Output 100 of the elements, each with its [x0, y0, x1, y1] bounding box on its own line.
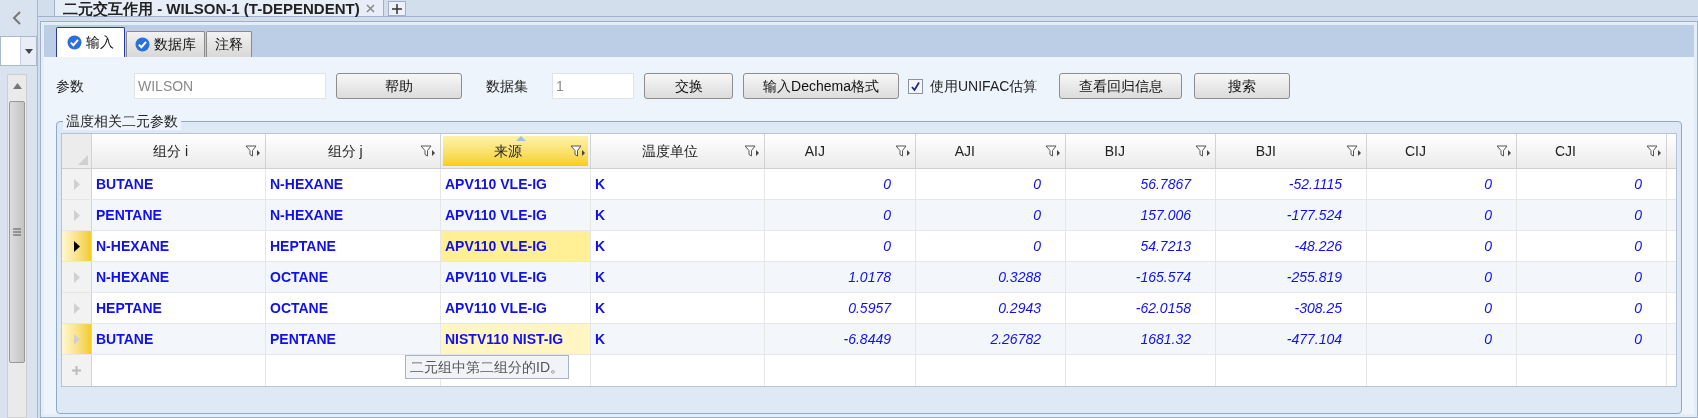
- scroll-thumb[interactable]: [9, 101, 25, 363]
- table-cell: -62.0158: [1066, 293, 1216, 323]
- table-cell: BUTANE: [92, 169, 266, 199]
- column-header[interactable]: CJI: [1519, 136, 1664, 166]
- table-cell: K: [591, 231, 765, 261]
- tab[interactable]: 输入: [56, 27, 125, 57]
- table-cell: -6.8449: [765, 324, 916, 354]
- collapse-icon[interactable]: [12, 11, 22, 25]
- table-cell: 0: [916, 231, 1066, 261]
- table-cell: -255.819: [1216, 262, 1367, 292]
- toolbar-button[interactable]: 交换: [644, 73, 733, 99]
- toolbar-button[interactable]: 帮助: [336, 73, 462, 99]
- table-cell: -48.226: [1216, 231, 1367, 261]
- column-header[interactable]: 来源: [443, 136, 588, 166]
- table-cell: 0: [1367, 324, 1517, 354]
- row-pointer-icon: [73, 178, 80, 190]
- parameter-field[interactable]: WILSON: [134, 73, 326, 99]
- table-cell: 0.2943: [916, 293, 1066, 323]
- table-cell: APV110 VLE-IG: [441, 293, 591, 323]
- check-circle-icon: [135, 37, 150, 52]
- scrollbar[interactable]: [7, 74, 27, 418]
- toolbar-button[interactable]: 查看回归信息: [1059, 73, 1183, 99]
- table-cell: 54.7213: [1066, 231, 1216, 261]
- filter-icon[interactable]: [895, 144, 911, 158]
- column-header[interactable]: AJI: [918, 136, 1063, 166]
- table-cell: -177.524: [1216, 200, 1367, 230]
- table-cell: 0: [1367, 200, 1517, 230]
- table-cell: -52.1115: [1216, 169, 1367, 199]
- table-cell: APV110 VLE-IG: [441, 231, 591, 261]
- table-cell: BUTANE: [92, 324, 266, 354]
- dataset-label: 数据集: [486, 76, 529, 96]
- column-header[interactable]: BIJ: [1068, 136, 1213, 166]
- table-cell: 0: [765, 200, 916, 230]
- tab[interactable]: 注释: [206, 31, 252, 57]
- scroll-up-icon[interactable]: [12, 83, 22, 89]
- table-cell: APV110 VLE-IG: [441, 262, 591, 292]
- column-header[interactable]: 温度单位: [593, 136, 762, 166]
- filter-icon[interactable]: [1496, 144, 1512, 158]
- table-cell: 0: [1367, 262, 1517, 292]
- row-pointer-icon: [73, 271, 80, 283]
- table-cell: 0: [765, 231, 916, 261]
- check-circle-icon: [67, 35, 82, 50]
- dropdown-field[interactable]: [0, 36, 37, 66]
- table-cell: -308.25: [1216, 293, 1367, 323]
- filter-icon[interactable]: [744, 144, 760, 158]
- table-cell: 0: [1517, 200, 1667, 230]
- close-icon[interactable]: [365, 3, 375, 13]
- table-cell: 0: [916, 169, 1066, 199]
- table-cell: 2.26782: [916, 324, 1066, 354]
- toolbar-button[interactable]: 输入Dechema格式: [743, 73, 899, 99]
- plus-icon: [391, 3, 402, 14]
- table-cell: 0.5957: [765, 293, 916, 323]
- tab[interactable]: 数据库: [126, 31, 205, 57]
- table-cell: APV110 VLE-IG: [441, 169, 591, 199]
- table-cell: 0: [1517, 169, 1667, 199]
- table-cell: N-HEXANE: [266, 169, 441, 199]
- column-header[interactable]: 组分 j: [268, 136, 438, 166]
- column-header[interactable]: 组分 i: [94, 136, 263, 166]
- filter-icon[interactable]: [1045, 144, 1061, 158]
- checkbox[interactable]: [908, 78, 923, 94]
- row-pointer-icon: [73, 333, 80, 345]
- table-cell: 0: [1517, 231, 1667, 261]
- column-header[interactable]: AIJ: [767, 136, 913, 166]
- table-cell: N-HEXANE: [92, 231, 266, 261]
- table-cell: N-HEXANE: [92, 262, 266, 292]
- filter-icon[interactable]: [1346, 144, 1362, 158]
- row-pointer-icon: [73, 302, 80, 314]
- sort-icon: [515, 136, 526, 141]
- table-cell: -165.574: [1066, 262, 1216, 292]
- table-cell: OCTANE: [266, 293, 441, 323]
- parameter-label: 参数: [56, 76, 85, 96]
- filter-icon[interactable]: [245, 144, 261, 158]
- table-cell: 157.006: [1066, 200, 1216, 230]
- filter-icon[interactable]: [420, 144, 436, 158]
- table-cell: 0: [916, 200, 1066, 230]
- new-tab-button[interactable]: [387, 1, 406, 16]
- table-cell: -477.104: [1216, 324, 1367, 354]
- corner-icon: [78, 155, 88, 165]
- table-cell: K: [591, 262, 765, 292]
- tooltip: 二元组中第二组分的ID。: [405, 355, 569, 379]
- table-cell: APV110 VLE-IG: [441, 200, 591, 230]
- table-cell: 56.7867: [1066, 169, 1216, 199]
- column-header[interactable]: BJI: [1218, 136, 1364, 166]
- table-cell: 0: [1367, 293, 1517, 323]
- filter-icon[interactable]: [570, 144, 586, 158]
- table-cell: K: [591, 293, 765, 323]
- table-cell: K: [591, 324, 765, 354]
- table-cell: 0: [1517, 293, 1667, 323]
- column-header[interactable]: CIJ: [1369, 136, 1514, 166]
- table-cell: 0: [1367, 169, 1517, 199]
- row-header[interactable]: [62, 231, 92, 261]
- toolbar-button[interactable]: 搜索: [1194, 73, 1291, 99]
- table-cell: 0.3288: [916, 262, 1066, 292]
- table-cell: OCTANE: [266, 262, 441, 292]
- table-cell: 0: [1517, 262, 1667, 292]
- table-cell: 1.0178: [765, 262, 916, 292]
- grip-icon: [13, 228, 21, 236]
- row-pointer-icon: [73, 209, 80, 221]
- filter-icon[interactable]: [1195, 144, 1211, 158]
- filter-icon[interactable]: [1646, 144, 1662, 158]
